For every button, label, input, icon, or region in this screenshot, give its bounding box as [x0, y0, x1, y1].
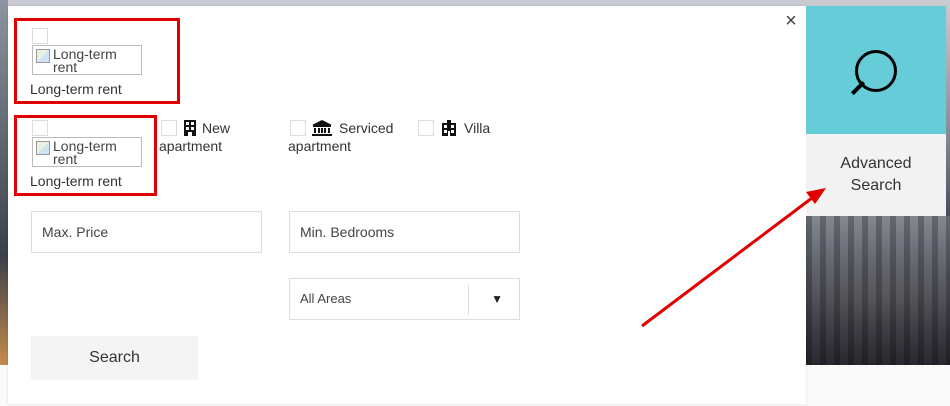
annotation-arrow — [641, 188, 826, 328]
